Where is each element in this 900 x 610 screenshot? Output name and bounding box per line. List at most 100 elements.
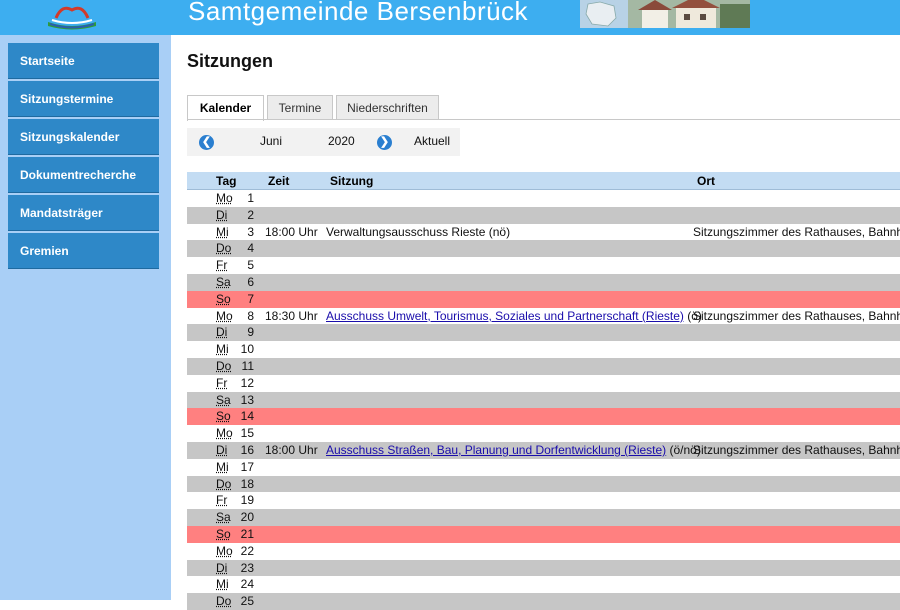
page-title: Sitzungen [187, 51, 273, 71]
tab-termine[interactable]: Termine [267, 95, 333, 120]
weekday-cell[interactable]: Mo [216, 426, 233, 440]
year-label: 2020 [328, 134, 355, 148]
weekday-cell[interactable]: Sa [216, 510, 231, 524]
day-number-cell: 6 [247, 274, 254, 289]
meeting-cell[interactable]: Ausschuss Umwelt, Tourismus, Soziales un… [326, 309, 702, 323]
sidebar-item-sitzungstermine[interactable]: Sitzungstermine [8, 81, 159, 117]
table-body: Mo 1 Di 2 Mi 3 18:00 Uhr Verwaltungsausschuss R… [187, 190, 900, 610]
sidebar-item-mandatstraeger[interactable]: Mandatsträger [8, 195, 159, 231]
day-number-cell: 7 [247, 291, 254, 306]
weekday-cell[interactable]: Do [216, 594, 231, 608]
weekday-cell[interactable]: So [216, 527, 231, 541]
header-photo [580, 0, 750, 28]
weekday-cell[interactable]: Mo [216, 309, 233, 323]
municipality-logo[interactable] [42, 0, 102, 30]
location-cell: Sitzungszimmer des Rathauses, Bahnho [693, 308, 900, 323]
weekday-cell[interactable]: Mi [216, 577, 229, 591]
day-number-cell: 12 [240, 375, 254, 390]
weekday-cell[interactable]: Mo [216, 544, 233, 558]
weekday-cell[interactable]: Fr [216, 493, 227, 507]
location-cell: Sitzungszimmer des Rathauses, Bahnho [693, 442, 900, 457]
column-header-sitzung: Sitzung [330, 174, 374, 188]
table-row: Fr 12 [187, 374, 900, 392]
weekday-cell[interactable]: Sa [216, 275, 231, 289]
weekday-cell[interactable]: Mi [216, 460, 229, 474]
weekday-cell[interactable]: Mi [216, 225, 229, 239]
meeting-cell: Verwaltungsausschuss Rieste (nö) [326, 224, 511, 239]
time-cell: 18:00 Uhr [265, 224, 318, 239]
site-title: Samtgemeinde Bersenbrück [188, 0, 529, 26]
sidebar-item-dokumentrecherche[interactable]: Dokumentrecherche [8, 157, 159, 193]
weekday-cell[interactable]: Di [216, 443, 227, 457]
meeting-link[interactable]: Ausschuss Umwelt, Tourismus, Soziales un… [326, 309, 684, 323]
day-number-cell: 8 [247, 308, 254, 323]
table-row: So 7 [187, 290, 900, 308]
weekday-cell[interactable]: Mi [216, 342, 229, 356]
day-number-cell: 16 [240, 442, 254, 457]
table-row: Do 18 [187, 475, 900, 493]
weekday-cell[interactable]: Di [216, 561, 227, 575]
tab-niederschriften[interactable]: Niederschriften [336, 95, 439, 120]
day-number-cell: 19 [240, 493, 254, 508]
table-row: Mi 24 [187, 576, 900, 594]
meeting-cell[interactable]: Ausschuss Straßen, Bau, Planung und Dorf… [326, 443, 701, 457]
weekday-cell[interactable]: Mo [216, 191, 233, 205]
day-number-cell: 3 [247, 224, 254, 239]
table-row: Mi 3 18:00 Uhr Verwaltungsausschuss Rieste … [187, 223, 900, 241]
day-number-cell: 13 [240, 392, 254, 407]
table-row: Sa 13 [187, 391, 900, 409]
tab-kalender[interactable]: Kalender [187, 95, 264, 121]
table-row: Di 2 [187, 206, 900, 224]
table-row: Do 25 [187, 593, 900, 610]
table-row: Fr 5 [187, 257, 900, 274]
sidebar-item-sitzungskalender[interactable]: Sitzungskalender [8, 119, 159, 155]
day-number-cell: 1 [247, 191, 254, 205]
table-row: Mi 10 [187, 341, 900, 358]
sidebar: Startseite Sitzungstermine Sitzungskalen… [0, 35, 171, 600]
day-number-cell: 14 [240, 409, 254, 424]
weekday-cell[interactable]: Do [216, 477, 231, 491]
column-header-tag: Tag [216, 174, 237, 188]
table-header: Tag Zeit Sitzung Ort [187, 172, 900, 190]
table-row: Fr 19 [187, 492, 900, 510]
weekday-cell[interactable]: So [216, 409, 231, 423]
day-number-cell: 5 [247, 258, 254, 273]
day-number-cell: 15 [240, 426, 254, 441]
day-number-cell: 4 [247, 241, 254, 256]
sidebar-item-startseite[interactable]: Startseite [8, 43, 159, 79]
weekday-cell[interactable]: Fr [216, 258, 227, 272]
weekday-cell[interactable]: Di [216, 208, 227, 222]
table-row: Do 11 [187, 357, 900, 375]
weekday-cell[interactable]: Sa [216, 393, 231, 407]
chevron-right-icon[interactable]: ❯ [377, 135, 392, 150]
table-row: Di 9 [187, 324, 900, 342]
weekday-cell[interactable]: Do [216, 241, 231, 255]
weekday-cell[interactable]: Do [216, 359, 231, 373]
day-number-cell: 2 [247, 207, 254, 222]
day-number-cell: 18 [240, 476, 254, 491]
current-month-link[interactable]: Aktuell [414, 134, 450, 148]
meeting-link[interactable]: Ausschuss Straßen, Bau, Planung und Dorf… [326, 443, 666, 457]
table-row: So 21 [187, 525, 900, 543]
day-number-cell: 22 [240, 543, 254, 558]
chevron-left-icon[interactable]: ❮ [199, 135, 214, 150]
table-row: So 14 [187, 408, 900, 426]
main-content: Sitzungen Kalender Termine Niederschrift… [171, 35, 900, 610]
table-row: Mi 17 [187, 458, 900, 476]
day-number-cell: 20 [240, 510, 254, 525]
time-cell: 18:00 Uhr [265, 442, 318, 457]
column-header-zeit: Zeit [268, 174, 290, 188]
column-header-ort: Ort [697, 174, 715, 188]
weekday-cell[interactable]: So [216, 292, 231, 306]
table-row: Sa 6 [187, 273, 900, 291]
weekday-cell[interactable]: Fr [216, 376, 227, 390]
sidebar-item-gremien[interactable]: Gremien [8, 233, 159, 269]
site-header: Samtgemeinde Bersenbrück [0, 0, 900, 35]
day-number-cell: 17 [240, 459, 254, 474]
table-row: Mo 22 [187, 542, 900, 560]
day-number-cell: 23 [240, 560, 254, 575]
tab-divider [187, 119, 900, 120]
weekday-cell[interactable]: Di [216, 325, 227, 339]
table-row: Mo 15 [187, 425, 900, 442]
table-row: Do 4 [187, 240, 900, 258]
